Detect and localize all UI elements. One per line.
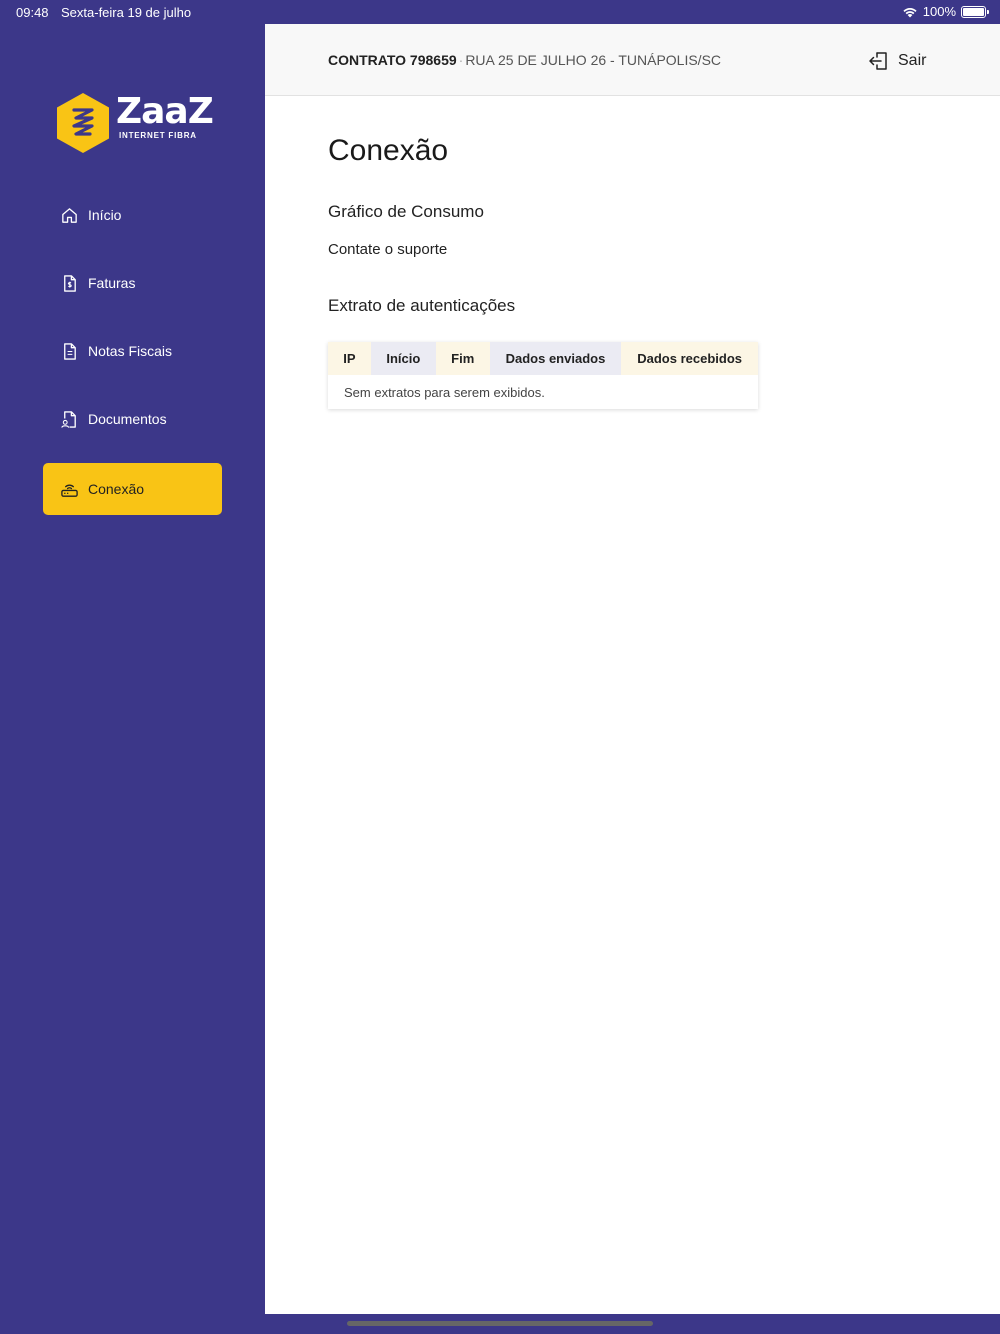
home-indicator[interactable] [347,1321,653,1326]
page-title: Conexão [328,134,449,167]
sidebar-item-label: Notas Fiscais [88,343,173,359]
empty-table-message: Sem extratos para serem exibidos. [344,384,545,400]
column-header-ip[interactable]: IP [328,342,371,375]
document-user-icon [61,410,76,428]
wifi-icon [903,7,917,17]
sidebar-item-notas-fiscais[interactable]: Notas Fiscais [43,325,222,377]
column-header-dados-recebidos[interactable]: Dados recebidos [621,342,758,375]
status-date: Sexta-feira 19 de julho [61,5,192,20]
authentication-table: IP Início Fim Dados enviados Dados receb… [328,342,758,409]
document-icon [64,342,76,360]
zaaz-logo-icon [57,93,109,153]
invoice-icon [64,274,76,292]
column-header-dados-enviados[interactable]: Dados enviados [489,342,622,375]
consumption-section-title: Gráfico de Consumo [328,202,484,221]
status-bar: 09:48 Sexta-feira 19 de julho 100% [0,0,1000,24]
logout-label: Sair [898,52,927,69]
support-message: Contate o suporte [328,241,448,258]
battery-percent: 100% [922,4,956,19]
separator-dot: · [458,52,464,68]
router-icon [61,484,78,497]
status-indicators: 100% [902,4,989,19]
sidebar-item-conexao[interactable]: Conexão [43,463,222,515]
battery-icon [961,5,989,18]
contract-info: CONTRATO 798659 · RUA 25 DE JULHO 26 - TUN… [328,52,721,68]
contract-number: CONTRATO 798659 [328,52,457,68]
sidebar-item-label: Documentos [88,411,167,427]
sidebar: ZaaZ INTERNET FIBRA Início Faturas Notas… [0,24,265,1314]
contract-header: CONTRATO 798659 · RUA 25 DE JULHO 26 - TUN… [265,24,1000,96]
table-header-row: IP Início Fim Dados enviados Dados receb… [328,342,758,375]
home-icon [62,207,77,223]
sidebar-item-documentos[interactable]: Documentos [43,393,222,445]
sidebar-item-label: Faturas [88,275,136,291]
contract-address: RUA 25 DE JULHO 26 - TUNÁPOLIS/SC [465,52,722,68]
column-header-fim[interactable]: Fim [435,342,490,375]
brand-name: ZaaZ [116,91,214,132]
table-row: Sem extratos para serem exibidos. [328,375,758,409]
sidebar-item-label: Início [88,207,122,223]
main-content: Conexão Gráfico de Consumo Contate o sup… [265,96,1000,1314]
authentication-extract-title: Extrato de autenticações [328,296,516,315]
logout-icon [869,52,887,70]
brand-tagline: INTERNET FIBRA [119,131,197,140]
status-time: 09:48 [16,5,49,20]
sidebar-item-faturas[interactable]: Faturas [43,257,222,309]
column-header-inicio[interactable]: Início [370,342,436,375]
sidebar-item-label: Conexão [88,481,145,497]
sidebar-item-inicio[interactable]: Início [43,189,222,241]
brand-logo[interactable]: ZaaZ INTERNET FIBRA [55,92,214,154]
logout-button[interactable]: Sair [868,50,926,72]
